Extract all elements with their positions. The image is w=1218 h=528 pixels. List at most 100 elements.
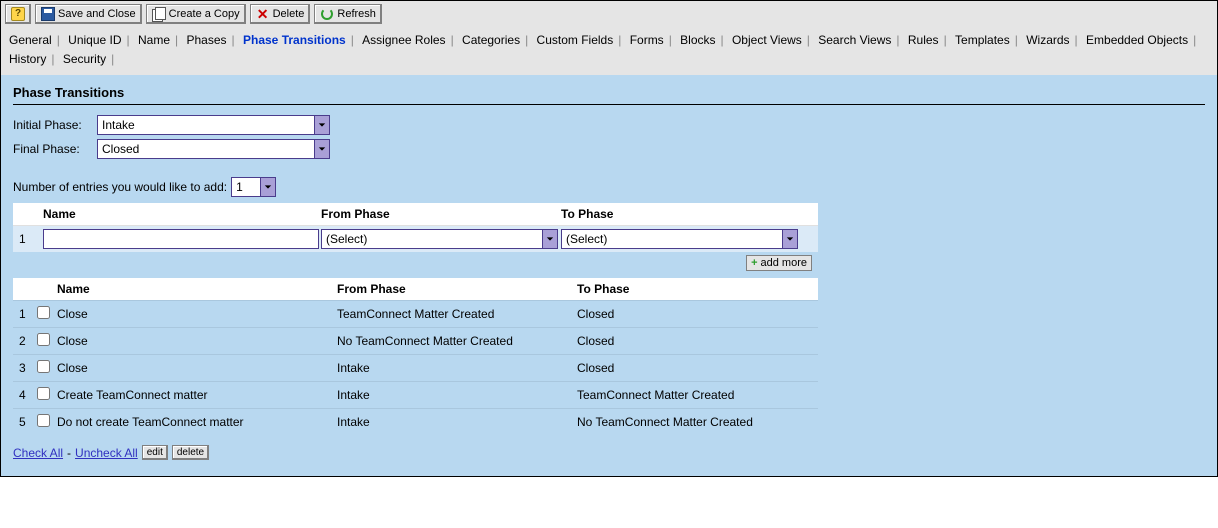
check-all-link[interactable]: Check All	[13, 446, 63, 460]
add-more-row: + add more	[13, 252, 818, 274]
refresh-icon	[320, 7, 334, 21]
chevron-down-icon[interactable]	[542, 230, 557, 248]
list-row: 3CloseIntakeClosed	[13, 354, 818, 381]
delete-selected-button[interactable]: delete	[172, 445, 209, 460]
list-row: 4Create TeamConnect matterIntakeTeamConn…	[13, 381, 818, 408]
chevron-down-icon[interactable]	[260, 178, 275, 196]
tab-blocks[interactable]: Blocks	[678, 33, 717, 47]
save-close-button[interactable]: Save and Close	[35, 4, 142, 24]
list-row: 2CloseNo TeamConnect Matter CreatedClose…	[13, 327, 818, 354]
tab-separator: |	[48, 52, 57, 66]
transition-list: Name From Phase To Phase 1CloseTeamConne…	[13, 278, 818, 435]
tab-security[interactable]: Security	[61, 52, 108, 66]
plus-icon: +	[751, 257, 757, 269]
list-footer: Check All - Uncheck All edit delete	[13, 445, 1205, 460]
add-more-label: add more	[761, 257, 807, 269]
tab-separator: |	[522, 33, 531, 47]
tab-separator: |	[1012, 33, 1021, 47]
entry-name-input[interactable]	[43, 229, 319, 249]
chevron-down-icon[interactable]	[314, 140, 329, 158]
tab-templates[interactable]: Templates	[953, 33, 1012, 47]
tab-phases[interactable]: Phases	[185, 33, 229, 47]
row-from: TeamConnect Matter Created	[337, 307, 577, 321]
tab-search-views[interactable]: Search Views	[816, 33, 893, 47]
tab-rules[interactable]: Rules	[906, 33, 941, 47]
help-button[interactable]	[5, 4, 31, 24]
final-phase-label: Final Phase:	[13, 142, 93, 156]
tab-separator: |	[448, 33, 457, 47]
tab-name[interactable]: Name	[136, 33, 172, 47]
tab-separator: |	[1190, 33, 1199, 47]
tab-separator: |	[1072, 33, 1081, 47]
delete-button[interactable]: ✕Delete	[250, 4, 311, 24]
tab-separator: |	[718, 33, 727, 47]
panel-title: Phase Transitions	[13, 85, 1205, 100]
add-entries-select[interactable]	[231, 177, 276, 197]
tab-separator: |	[229, 33, 238, 47]
main-panel: Phase Transitions Initial Phase: Final P…	[1, 75, 1217, 476]
add-entries-value[interactable]	[232, 178, 260, 196]
entry-to-value[interactable]	[562, 230, 782, 248]
tab-separator: |	[615, 33, 624, 47]
final-phase-select[interactable]	[97, 139, 330, 159]
tab-phase-transitions[interactable]: Phase Transitions	[241, 33, 348, 47]
row-from: Intake	[337, 388, 577, 402]
col-from: From Phase	[321, 207, 561, 221]
row-checkbox[interactable]	[37, 414, 50, 427]
uncheck-all-link[interactable]: Uncheck All	[75, 446, 138, 460]
row-checkbox[interactable]	[37, 360, 50, 373]
tab-separator: |	[348, 33, 357, 47]
row-to: Closed	[577, 307, 812, 321]
chevron-down-icon[interactable]	[314, 116, 329, 134]
initial-phase-row: Initial Phase:	[13, 115, 1205, 135]
entry-grid: Name From Phase To Phase 1	[13, 203, 818, 274]
tab-strip: General| Unique ID| Name| Phases| Phase …	[1, 27, 1217, 75]
row-name: Close	[57, 361, 337, 375]
add-more-button[interactable]: + add more	[746, 255, 812, 271]
row-checkbox[interactable]	[37, 387, 50, 400]
tab-forms[interactable]: Forms	[628, 33, 666, 47]
tab-assignee-roles[interactable]: Assignee Roles	[360, 33, 447, 47]
entry-from-value[interactable]	[322, 230, 542, 248]
footer-sep: -	[67, 446, 71, 460]
tab-history[interactable]: History	[7, 52, 48, 66]
final-phase-value[interactable]	[98, 140, 314, 158]
copy-icon	[152, 7, 166, 21]
row-to: Closed	[577, 334, 812, 348]
initial-phase-label: Initial Phase:	[13, 118, 93, 132]
final-phase-row: Final Phase:	[13, 139, 1205, 159]
row-from: Intake	[337, 361, 577, 375]
list-header: Name From Phase To Phase	[13, 278, 818, 300]
row-name: Close	[57, 334, 337, 348]
row-checkbox[interactable]	[37, 306, 50, 319]
initial-phase-value[interactable]	[98, 116, 314, 134]
list-col-name: Name	[57, 282, 337, 296]
tab-categories[interactable]: Categories	[460, 33, 522, 47]
chevron-down-icon[interactable]	[782, 230, 797, 248]
create-copy-button[interactable]: Create a Copy	[146, 4, 246, 24]
create-copy-label: Create a Copy	[169, 8, 240, 20]
disk-icon	[41, 7, 55, 21]
entry-to-select[interactable]	[561, 229, 798, 249]
tab-wizards[interactable]: Wizards	[1024, 33, 1071, 47]
tab-object-views[interactable]: Object Views	[730, 33, 804, 47]
refresh-button[interactable]: Refresh	[314, 4, 382, 24]
refresh-label: Refresh	[337, 8, 376, 20]
tab-embedded-objects[interactable]: Embedded Objects	[1084, 33, 1190, 47]
row-name: Create TeamConnect matter	[57, 388, 337, 402]
row-checkbox[interactable]	[37, 333, 50, 346]
edit-button[interactable]: edit	[142, 445, 168, 460]
col-to: To Phase	[561, 207, 801, 221]
divider	[13, 104, 1205, 105]
tab-unique-id[interactable]: Unique ID	[66, 33, 123, 47]
list-col-from: From Phase	[337, 282, 577, 296]
entry-from-select[interactable]	[321, 229, 558, 249]
row-to: No TeamConnect Matter Created	[577, 415, 812, 429]
x-icon: ✕	[256, 7, 270, 21]
entry-row: 1	[13, 226, 818, 252]
tab-general[interactable]: General	[7, 33, 54, 47]
row-from: Intake	[337, 415, 577, 429]
tab-custom-fields[interactable]: Custom Fields	[535, 33, 616, 47]
row-name: Close	[57, 307, 337, 321]
initial-phase-select[interactable]	[97, 115, 330, 135]
